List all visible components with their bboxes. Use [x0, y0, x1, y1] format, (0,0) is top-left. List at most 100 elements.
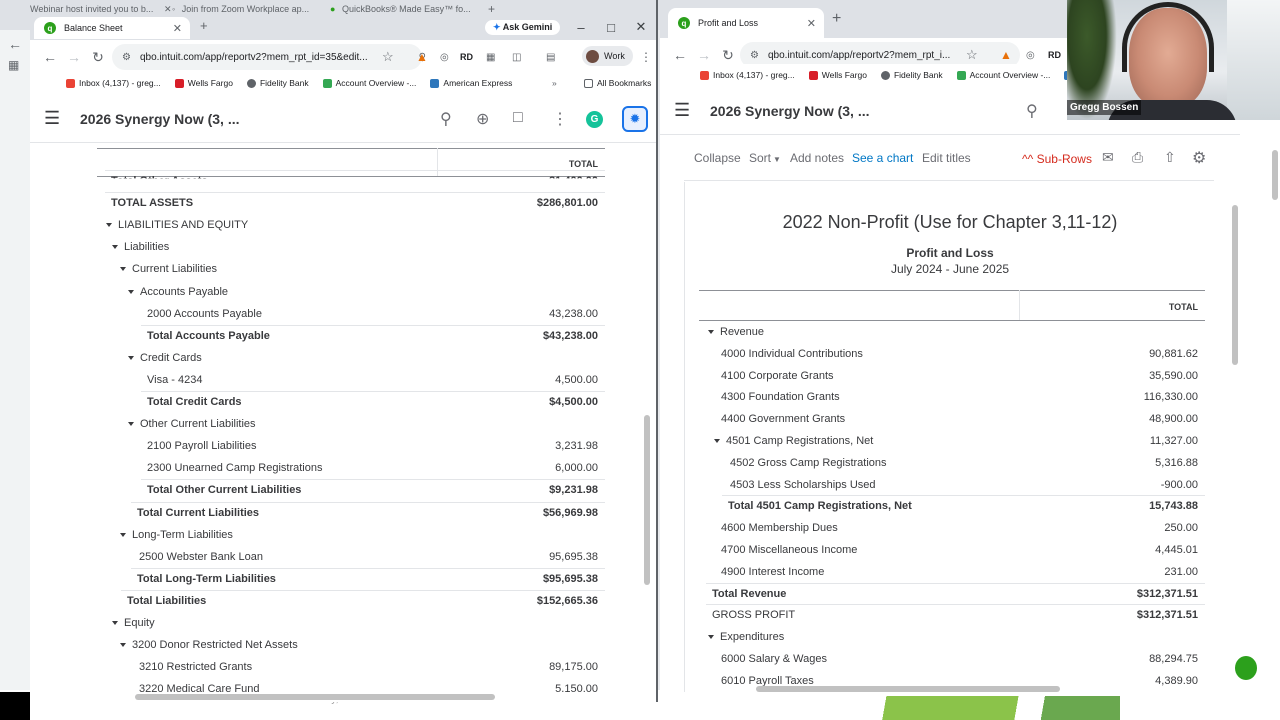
report-row[interactable]: 4000 Individual Contributions 90,881.62: [699, 343, 1205, 365]
report-row[interactable]: TOTAL ASSETS $286,801.00: [97, 192, 605, 214]
report-row[interactable]: Expenditures: [699, 626, 1205, 648]
report-row[interactable]: Total Accounts Payable $43,238.00: [97, 324, 605, 347]
row-value[interactable]: 31,400.00: [549, 175, 598, 178]
search-icon[interactable]: ⚲: [1026, 101, 1038, 121]
create-plus-icon[interactable]: ⊕: [476, 109, 489, 129]
row-value[interactable]: 5,150.00: [555, 683, 598, 692]
collapse-button[interactable]: Collapse: [694, 151, 741, 165]
row-value[interactable]: 95,695.38: [549, 551, 598, 563]
bookmark-wells-fargo[interactable]: Wells Fargo: [808, 70, 867, 80]
microphone-icon[interactable]: ◎: [1026, 50, 1035, 61]
site-info-icon[interactable]: ⚙: [750, 50, 759, 61]
row-value[interactable]: 48,900.00: [1149, 413, 1198, 425]
report-row[interactable]: Total Other Current Liabilities $9,231.98: [97, 479, 605, 501]
collapse-caret-icon[interactable]: [128, 289, 134, 294]
row-value[interactable]: 15,743.88: [1149, 500, 1198, 512]
report-row[interactable]: 4501 Camp Registrations, Net 11,327.00: [699, 430, 1205, 452]
collapse-caret-icon[interactable]: [128, 355, 134, 360]
report-row[interactable]: Revenue: [699, 321, 1205, 343]
row-value[interactable]: $43,238.00: [543, 330, 598, 342]
email-icon[interactable]: ✉: [1102, 149, 1114, 166]
extension-icon-1[interactable]: ▲: [416, 50, 428, 64]
new-tab-top-icon[interactable]: +: [488, 2, 495, 16]
bookmark-wells-fargo[interactable]: Wells Fargo: [174, 78, 233, 88]
ask-gemini-button[interactable]: ✦ Ask Gemini: [485, 20, 561, 35]
reload-icon[interactable]: ↻: [86, 49, 110, 66]
row-value[interactable]: 89,175.00: [549, 661, 598, 673]
print-icon[interactable]: ⎙: [1132, 149, 1143, 166]
collapse-caret-icon[interactable]: [120, 532, 126, 537]
report-row[interactable]: Long-Term Liabilities: [97, 524, 605, 546]
row-value[interactable]: 6,000.00: [555, 462, 598, 474]
bookmark-fidelity[interactable]: Fidelity Bank: [880, 70, 943, 80]
report-row[interactable]: Accounts Payable: [97, 281, 605, 303]
close-tab-icon[interactable]: ✕: [173, 22, 182, 35]
apps-grid-icon[interactable]: ▦: [8, 58, 19, 72]
row-value[interactable]: $286,801.00: [537, 197, 598, 209]
tab-webinar[interactable]: M Webinar host invited you to b... ✕: [30, 4, 184, 15]
maximize-icon[interactable]: □: [596, 20, 626, 35]
report-row[interactable]: 4503 Less Scholarships Used -900.00: [699, 474, 1205, 496]
row-value[interactable]: 231.00: [1164, 566, 1198, 578]
collapse-caret-icon[interactable]: [106, 223, 112, 228]
report-row[interactable]: Total Revenue $312,371.51: [699, 582, 1205, 605]
reload-icon[interactable]: ↻: [716, 47, 740, 64]
report-row[interactable]: Visa - 4234 4,500.00: [97, 369, 605, 391]
back-arrow-icon[interactable]: ←: [38, 49, 62, 65]
back-icon[interactable]: ←: [8, 36, 22, 52]
more-bookmarks-icon[interactable]: »: [552, 78, 557, 88]
row-value[interactable]: $312,371.51: [1137, 588, 1198, 600]
extension-icon-2[interactable]: RD: [460, 52, 473, 62]
row-value[interactable]: $95,695.38: [543, 573, 598, 585]
bookmark-inbox[interactable]: Inbox (4,137) - greg...: [66, 78, 161, 88]
forward-arrow-icon[interactable]: →: [692, 47, 716, 63]
vertical-scrollbar[interactable]: [644, 415, 650, 585]
row-value[interactable]: $9,231.98: [549, 484, 598, 496]
report-row[interactable]: Other Current Liabilities: [97, 413, 605, 435]
report-row[interactable]: 4100 Corporate Grants 35,590.00: [699, 365, 1205, 387]
vertical-scrollbar[interactable]: [1232, 205, 1238, 365]
report-row[interactable]: 4900 Interest Income 231.00: [699, 561, 1205, 583]
report-row[interactable]: 4400 Government Grants 48,900.00: [699, 408, 1205, 430]
new-tab-icon[interactable]: +: [200, 18, 208, 33]
profile-chip[interactable]: Work: [582, 46, 633, 66]
extension-icon-2[interactable]: RD: [1048, 50, 1061, 60]
report-row[interactable]: 2100 Payroll Liabilities 3,231.98: [97, 435, 605, 457]
tab-balance-sheet[interactable]: q Balance Sheet ✕: [34, 17, 190, 39]
back-arrow-icon[interactable]: ←: [668, 47, 692, 63]
collapse-caret-icon[interactable]: [708, 330, 714, 335]
row-value[interactable]: $152,665.36: [537, 595, 598, 607]
search-icon[interactable]: ⚲: [440, 109, 452, 129]
bookmark-account-overview[interactable]: Account Overview -...: [956, 70, 1050, 80]
see-chart-button[interactable]: See a chart: [852, 151, 913, 165]
row-value[interactable]: 35,590.00: [1149, 370, 1198, 382]
bookmark-account-overview[interactable]: Account Overview -...: [322, 78, 416, 88]
tab-quickbooks-course[interactable]: ● QuickBooks® Made Easy™ fo...: [330, 4, 485, 14]
all-bookmarks[interactable]: All Bookmarks: [584, 78, 651, 88]
bookmark-icon[interactable]: □: [513, 109, 523, 127]
chat-bubble-icon[interactable]: [1235, 656, 1257, 680]
report-row[interactable]: Total Long-Term Liabilities $95,695.38: [97, 567, 605, 590]
collapse-caret-icon[interactable]: [120, 267, 126, 272]
tab-zoom[interactable]: ◦ Join from Zoom Workplace ap...: [172, 4, 322, 14]
export-icon[interactable]: ⇧: [1164, 149, 1176, 166]
extensions-puzzle-icon[interactable]: ◫: [512, 52, 521, 63]
report-row[interactable]: 2500 Webster Bank Loan 95,695.38: [97, 546, 605, 568]
row-value[interactable]: 4,500.00: [555, 374, 598, 386]
hamburger-menu-icon[interactable]: ☰: [44, 108, 66, 129]
bookmark-inbox[interactable]: Inbox (4,137) - greg...: [700, 70, 795, 80]
row-value[interactable]: -900.00: [1161, 479, 1198, 491]
close-window-icon[interactable]: ✕: [626, 19, 656, 35]
row-value[interactable]: 88,294.75: [1149, 653, 1198, 665]
report-row[interactable]: 2000 Accounts Payable 43,238.00: [97, 303, 605, 325]
add-notes-button[interactable]: Add notes: [790, 151, 844, 165]
report-row[interactable]: 4502 Gross Camp Registrations 5,316.88: [699, 452, 1205, 474]
report-row[interactable]: 3210 Restricted Grants 89,175.00: [97, 656, 605, 678]
collapse-caret-icon[interactable]: [112, 245, 118, 250]
collapse-caret-icon[interactable]: [714, 439, 720, 444]
row-value[interactable]: 90,881.62: [1149, 348, 1198, 360]
minimize-icon[interactable]: –: [566, 20, 596, 35]
new-tab-icon[interactable]: +: [832, 10, 841, 28]
close-tab-icon[interactable]: ✕: [807, 17, 816, 30]
report-row[interactable]: Total Liabilities $152,665.36: [97, 589, 605, 612]
